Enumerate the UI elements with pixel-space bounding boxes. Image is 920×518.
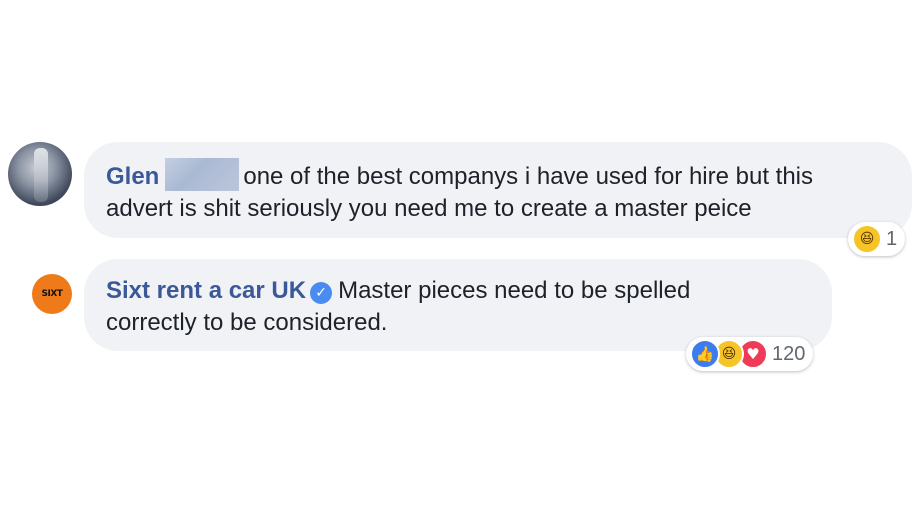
reaction-summary[interactable]: 👍 😆 ♥ 120 <box>686 337 814 371</box>
comment-text-line1: Master pieces need to be spelled <box>338 277 691 304</box>
avatar[interactable]: SIXT <box>32 274 72 314</box>
comment-text-line2: correctly to be considered. <box>106 309 388 336</box>
comment-text-line2: advert is shit seriously you need me to … <box>106 195 752 222</box>
reaction-summary[interactable]: 😆 1 <box>848 222 906 256</box>
reaction-count: 1 <box>886 227 898 250</box>
avatar-photo <box>34 148 48 202</box>
comment-bubble: Glen one of the best companys i have used… <box>84 142 912 238</box>
comment-text: Glen one of the best companys i have used… <box>106 158 894 225</box>
redacted-surname <box>165 158 240 191</box>
comment-author-name[interactable]: Glen <box>106 163 159 190</box>
comment-text-line1: one of the best companys i have used for… <box>243 163 814 190</box>
comment-text: Sixt rent a car UK ✓ Master pieces need to… <box>106 275 814 339</box>
avatar[interactable] <box>8 142 72 206</box>
like-icon: 👍 <box>690 339 720 369</box>
sixt-logo: SIXT <box>41 289 63 299</box>
haha-icon: 😆 <box>852 224 882 254</box>
comment-author-name[interactable]: Sixt rent a car UK <box>106 277 306 304</box>
reaction-count: 120 <box>772 342 806 365</box>
verified-badge-icon: ✓ <box>310 282 333 304</box>
